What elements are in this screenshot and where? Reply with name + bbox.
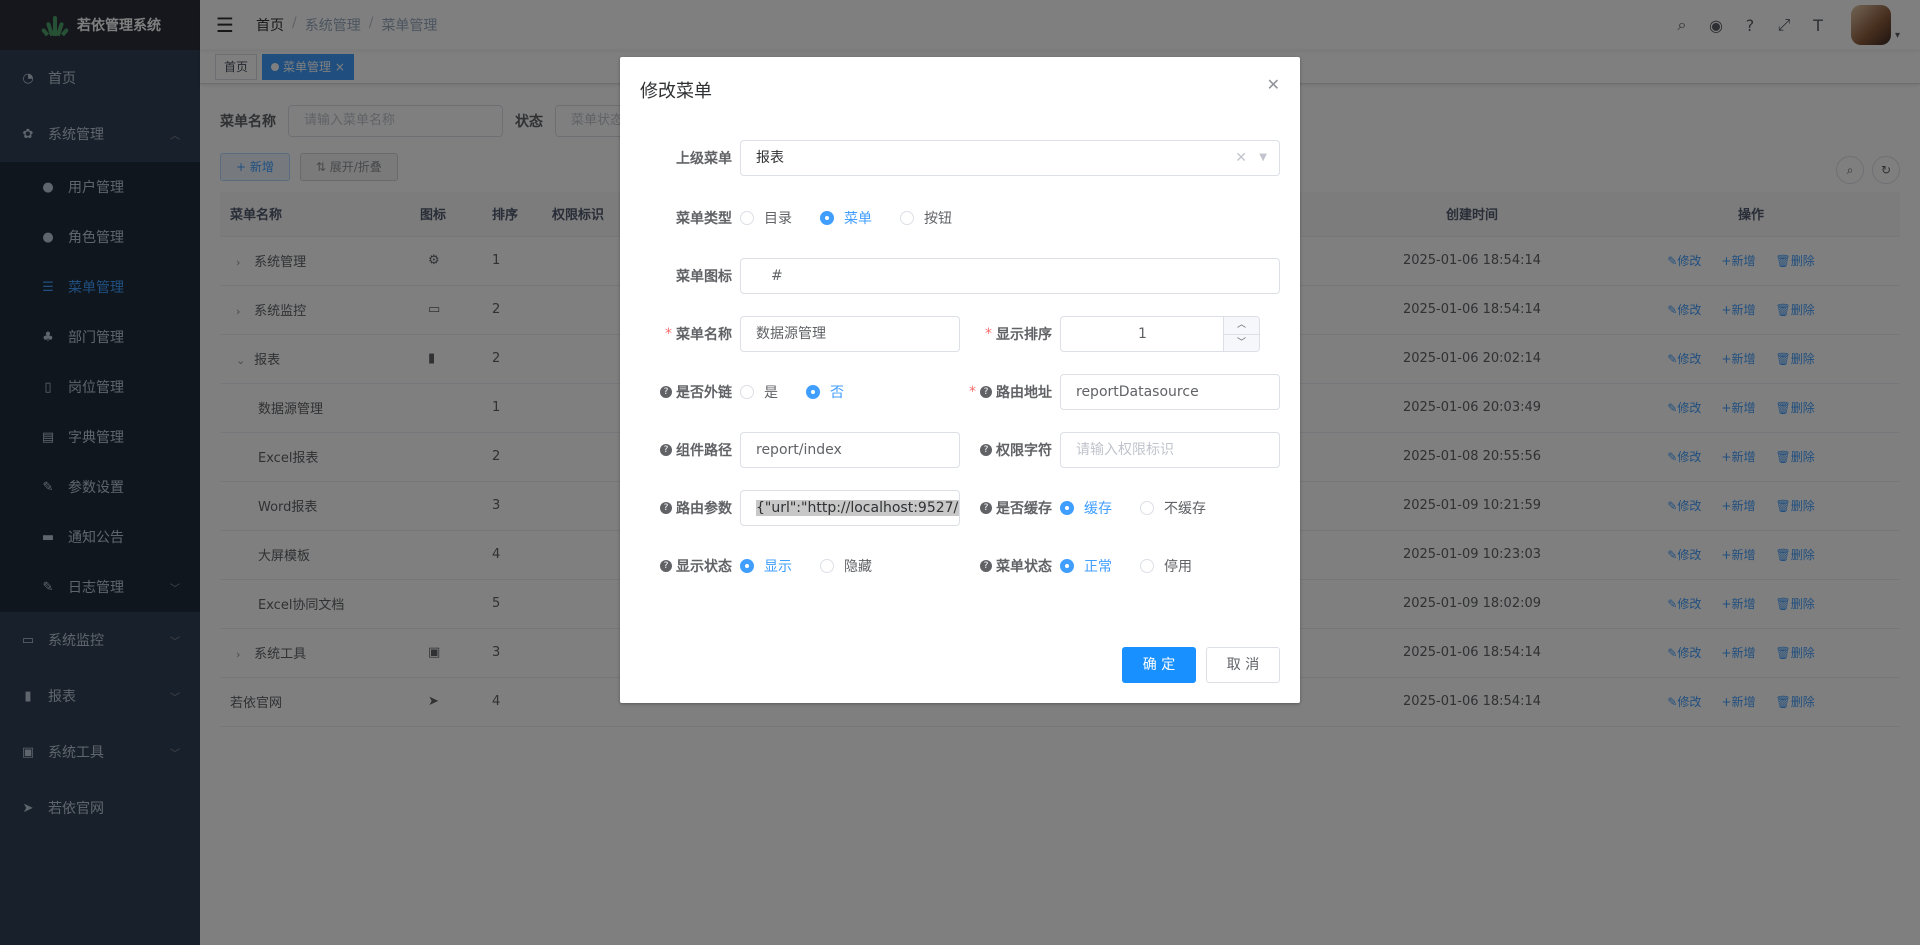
question-circle-icon[interactable]: ? xyxy=(660,386,672,398)
status-label: 菜单状态 xyxy=(996,559,1052,575)
order-label: 显示排序 xyxy=(996,327,1052,343)
radio-label: 按钮 xyxy=(924,211,952,227)
radio-circle xyxy=(820,559,834,573)
radio-circle xyxy=(900,211,914,225)
form-item-parent: 上级菜单 xyxy=(640,140,732,176)
required-mark: * xyxy=(985,326,992,342)
visible-radio-group: 显示 隐藏 xyxy=(740,548,900,584)
icon-label: 菜单图标 xyxy=(676,269,732,285)
question-circle-icon[interactable]: ? xyxy=(660,560,672,572)
radio-label: 正常 xyxy=(1084,559,1112,575)
radio-status-disabled[interactable]: 停用 xyxy=(1140,556,1192,576)
radio-label: 停用 xyxy=(1164,559,1192,575)
chevron-up-icon[interactable]: ︿ xyxy=(1223,317,1259,334)
radio-circle xyxy=(1140,559,1154,573)
type-label: 菜单类型 xyxy=(676,211,732,227)
radio-visible-show[interactable]: 显示 xyxy=(740,556,792,576)
form-item-order: * 显示排序 xyxy=(960,316,1052,352)
required-mark: * xyxy=(665,326,672,342)
perms-label: 权限字符 xyxy=(996,443,1052,459)
order-value: 1 xyxy=(1138,326,1147,342)
radio-type-button[interactable]: 按钮 xyxy=(900,208,952,228)
radio-circle xyxy=(740,385,754,399)
radio-circle xyxy=(740,559,754,573)
caret-down-icon[interactable]: ▼ xyxy=(1259,141,1267,175)
close-icon[interactable]: ✕ xyxy=(1267,75,1280,94)
question-circle-icon[interactable]: ? xyxy=(980,444,992,456)
form-item-frame: ? 是否外链 xyxy=(640,374,732,410)
form-item-component: ? 组件路径 xyxy=(640,432,732,468)
clear-icon[interactable]: ✕ xyxy=(1235,141,1247,175)
radio-circle xyxy=(1060,559,1074,573)
radio-circle xyxy=(820,211,834,225)
perms-input[interactable]: 请输入权限标识 xyxy=(1060,432,1280,468)
radio-circle xyxy=(806,385,820,399)
radio-label: 是 xyxy=(764,385,778,401)
question-circle-icon[interactable]: ? xyxy=(660,502,672,514)
cancel-button[interactable]: 取 消 xyxy=(1206,647,1280,683)
radio-label: 菜单 xyxy=(844,211,872,227)
radio-visible-hide[interactable]: 隐藏 xyxy=(820,556,872,576)
chevron-down-icon[interactable]: ﹀ xyxy=(1223,334,1259,351)
parent-label: 上级菜单 xyxy=(676,151,732,167)
radio-label: 不缓存 xyxy=(1164,501,1206,517)
radio-label: 目录 xyxy=(764,211,792,227)
radio-frame-yes[interactable]: 是 xyxy=(740,382,778,402)
form-item-path: *? 路由地址 xyxy=(960,374,1052,410)
frame-radio-group: 是 否 xyxy=(740,374,872,410)
form-item-type: 菜单类型 xyxy=(640,200,732,236)
radio-frame-no[interactable]: 否 xyxy=(806,382,844,402)
component-path-input[interactable]: report/index xyxy=(740,432,960,468)
icon-value: # xyxy=(771,268,783,284)
query-label: 路由参数 xyxy=(676,501,732,517)
name-label: 菜单名称 xyxy=(676,327,732,343)
radio-cache-no[interactable]: 不缓存 xyxy=(1140,498,1206,518)
radio-label: 隐藏 xyxy=(844,559,872,575)
radio-circle xyxy=(1060,501,1074,515)
route-path-input[interactable]: reportDatasource xyxy=(1060,374,1280,410)
type-radio-group: 目录 菜单 按钮 xyxy=(740,200,980,236)
question-circle-icon[interactable]: ? xyxy=(660,444,672,456)
question-circle-icon[interactable]: ? xyxy=(980,502,992,514)
dialog-title: 修改菜单 xyxy=(640,81,712,102)
cache-radio-group: 缓存 不缓存 xyxy=(1060,490,1234,526)
form-item-visible: ? 显示状态 xyxy=(640,548,732,584)
cache-label: 是否缓存 xyxy=(996,501,1052,517)
radio-circle xyxy=(740,211,754,225)
required-mark: * xyxy=(969,384,976,400)
edit-menu-dialog: 修改菜单 ✕ 上级菜单 报表 ✕ ▼ 菜单类型 目录 菜单 按钮 菜单图标 # … xyxy=(620,57,1300,703)
order-stepper[interactable]: 1 ︿ ﹀ xyxy=(1060,316,1260,352)
radio-label: 缓存 xyxy=(1084,501,1112,517)
radio-type-directory[interactable]: 目录 xyxy=(740,208,792,228)
path-label: 路由地址 xyxy=(996,385,1052,401)
status-radio-group: 正常 停用 xyxy=(1060,548,1220,584)
form-item-name: * 菜单名称 xyxy=(640,316,732,352)
radio-label: 显示 xyxy=(764,559,792,575)
radio-cache-yes[interactable]: 缓存 xyxy=(1060,498,1112,518)
visible-label: 显示状态 xyxy=(676,559,732,575)
component-label: 组件路径 xyxy=(676,443,732,459)
form-item-status: ? 菜单状态 xyxy=(960,548,1052,584)
form-item-perms: ? 权限字符 xyxy=(960,432,1052,468)
form-item-query: ? 路由参数 xyxy=(640,490,732,526)
route-query-value: {"url":"http://localhost:9527/Spr xyxy=(756,500,959,516)
radio-type-menu[interactable]: 菜单 xyxy=(820,208,872,228)
question-circle-icon[interactable]: ? xyxy=(980,386,992,398)
frame-label: 是否外链 xyxy=(676,385,732,401)
question-circle-icon[interactable]: ? xyxy=(980,560,992,572)
form-item-cache: ? 是否缓存 xyxy=(960,490,1052,526)
radio-label: 否 xyxy=(830,385,844,401)
radio-circle xyxy=(1140,501,1154,515)
form-item-icon: 菜单图标 xyxy=(640,258,732,294)
radio-status-normal[interactable]: 正常 xyxy=(1060,556,1112,576)
confirm-button[interactable]: 确 定 xyxy=(1122,647,1196,683)
parent-menu-select[interactable]: 报表 ✕ ▼ xyxy=(740,140,1280,176)
parent-menu-value: 报表 xyxy=(756,150,784,166)
menu-name-input[interactable]: 数据源管理 xyxy=(740,316,960,352)
icon-select-input[interactable]: # xyxy=(740,258,1280,294)
route-query-input[interactable]: {"url":"http://localhost:9527/Spr xyxy=(740,490,960,526)
